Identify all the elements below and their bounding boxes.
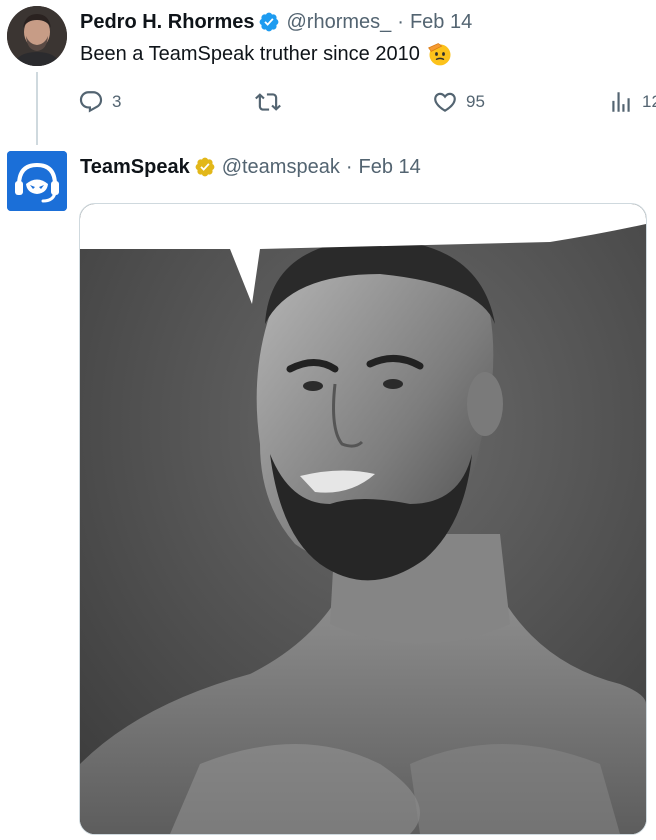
separator-dot: · — [345, 155, 353, 178]
reply-count: 3 — [112, 92, 122, 111]
reply-icon — [79, 91, 103, 113]
tweet2-media-image[interactable] — [79, 203, 647, 835]
avatar-image — [7, 6, 67, 66]
saluting-face-emoji — [427, 43, 451, 66]
avatar-teamspeak[interactable] — [7, 151, 67, 211]
tweet1-header: Pedro H. Rhormes @rhormes_ · Feb 14 — [80, 8, 472, 36]
reply-button[interactable]: 3 — [78, 88, 121, 116]
avatar-pedro[interactable] — [7, 6, 67, 66]
tweet1-text: Been a TeamSpeak truther since 2010 — [80, 40, 454, 68]
tweet-date[interactable]: Feb 14 — [359, 156, 421, 179]
views-button[interactable]: 12 — [608, 88, 656, 116]
like-count: 95 — [466, 92, 485, 111]
tweet1-actions: 3 95 12 — [78, 88, 656, 116]
teamspeak-logo-icon — [7, 151, 67, 211]
tweet-date[interactable]: Feb 14 — [410, 11, 472, 34]
retweet-icon — [255, 93, 281, 111]
retweet-button[interactable] — [255, 88, 289, 116]
heart-icon — [434, 92, 456, 112]
views-chart-icon — [612, 92, 630, 112]
gold-check-icon[interactable] — [194, 156, 216, 178]
separator-dot: · — [397, 10, 404, 33]
tweet-body: Been a TeamSpeak truther since 2010 — [80, 42, 420, 65]
meme-image — [80, 204, 646, 834]
blue-check-icon[interactable] — [258, 11, 280, 33]
views-count: 12 — [642, 92, 656, 111]
author-name[interactable]: TeamSpeak — [80, 156, 190, 179]
author-name[interactable]: Pedro H. Rhormes — [80, 11, 254, 34]
thread-line — [36, 72, 38, 145]
tweet2-header: TeamSpeak @teamspeak · Feb 14 — [80, 153, 421, 181]
like-button[interactable]: 95 — [432, 88, 485, 116]
author-handle[interactable]: @teamspeak — [222, 156, 340, 179]
author-handle[interactable]: @rhormes_ — [286, 11, 391, 34]
